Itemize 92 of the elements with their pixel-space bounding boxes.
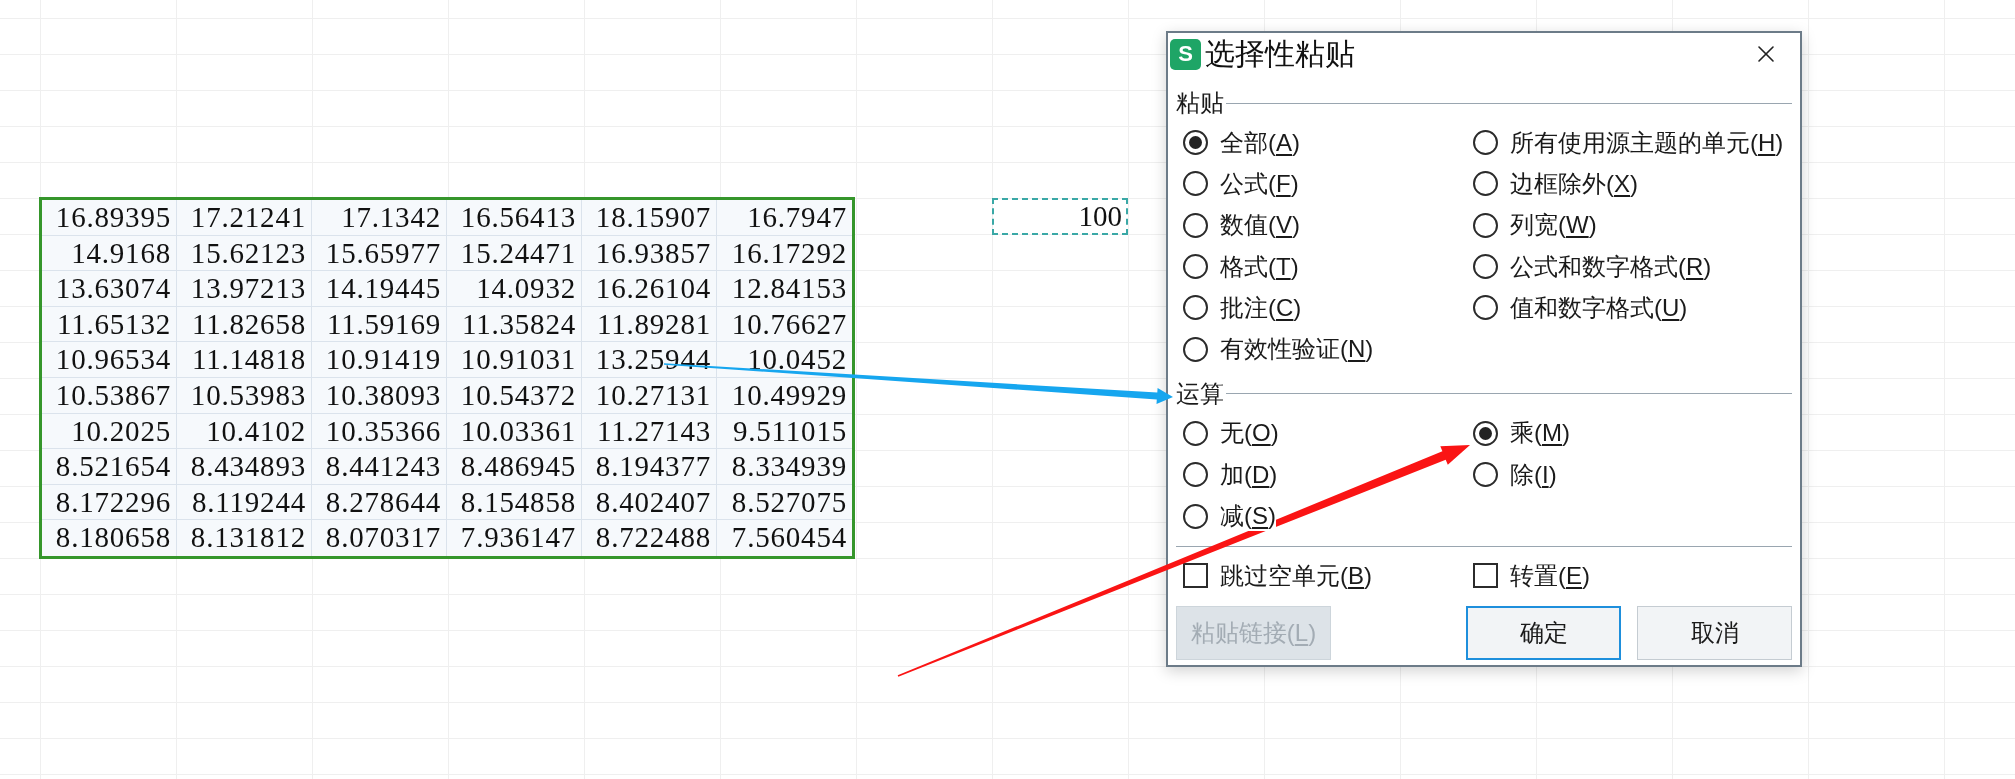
table-cell: 17.1342 bbox=[312, 200, 447, 236]
table-cell: 16.56413 bbox=[447, 200, 582, 236]
table-cell: 16.26104 bbox=[582, 271, 717, 307]
radio-button[interactable] bbox=[1183, 420, 1208, 446]
app-logo-icon: S bbox=[1170, 38, 1201, 70]
table-cell: 15.65977 bbox=[312, 235, 447, 272]
radio-button[interactable] bbox=[1473, 130, 1498, 156]
table-cell: 8.119244 bbox=[177, 484, 312, 521]
radio-label[interactable]: 批注(C) bbox=[1220, 292, 1302, 323]
table-cell: 13.63074 bbox=[42, 271, 177, 307]
table-cell: 8.722488 bbox=[582, 520, 717, 556]
table-cell: 11.82658 bbox=[177, 306, 312, 343]
table-cell: 8.441243 bbox=[312, 449, 447, 485]
table-cell: 17.21241 bbox=[177, 200, 312, 236]
section-title: 运算 bbox=[1176, 378, 1225, 409]
table-cell: 8.434893 bbox=[177, 449, 312, 485]
table-cell: 10.03361 bbox=[447, 413, 582, 450]
table-cell: 11.65132 bbox=[42, 306, 177, 343]
table-cell: 14.19445 bbox=[312, 271, 447, 307]
table-cell: 10.38093 bbox=[312, 377, 447, 414]
table-cell: 10.76627 bbox=[717, 306, 852, 343]
table-cell: 15.62123 bbox=[177, 235, 312, 272]
dialog-button[interactable]: 取消 bbox=[1637, 605, 1792, 660]
radio-button[interactable] bbox=[1473, 212, 1498, 238]
radio-button[interactable] bbox=[1183, 254, 1208, 280]
table-cell: 8.070317 bbox=[312, 520, 447, 556]
radio-button[interactable] bbox=[1473, 295, 1498, 321]
table-cell: 16.17292 bbox=[717, 235, 852, 272]
table-cell: 10.96534 bbox=[42, 342, 177, 378]
table-cell: 10.91031 bbox=[447, 342, 582, 378]
table-cell: 10.54372 bbox=[447, 377, 582, 414]
table-cell: 10.4102 bbox=[177, 413, 312, 450]
checkbox-label[interactable]: 跳过空单元(B) bbox=[1220, 560, 1372, 591]
section-title: 粘贴 bbox=[1176, 88, 1225, 118]
table-cell: 8.521654 bbox=[42, 449, 177, 485]
table-cell: 8.527075 bbox=[717, 484, 852, 521]
table-cell: 12.84153 bbox=[717, 271, 852, 307]
table-cell: 11.89281 bbox=[582, 306, 717, 343]
table-cell: 15.24471 bbox=[447, 235, 582, 272]
copied-cell: 100 bbox=[992, 198, 1128, 235]
radio-label[interactable]: 列宽(W) bbox=[1510, 210, 1597, 241]
table-cell: 14.9168 bbox=[42, 235, 177, 272]
table-cell: 10.2025 bbox=[42, 413, 177, 450]
radio-button[interactable] bbox=[1473, 171, 1498, 197]
radio-button[interactable] bbox=[1183, 171, 1208, 197]
radio-label[interactable]: 公式和数字格式(R) bbox=[1510, 251, 1712, 282]
table-cell: 16.93857 bbox=[582, 235, 717, 272]
table-cell: 11.59169 bbox=[312, 306, 447, 343]
table-cell: 10.53983 bbox=[177, 377, 312, 414]
table-cell: 11.27143 bbox=[582, 413, 717, 450]
radio-button[interactable] bbox=[1473, 420, 1498, 446]
radio-button[interactable] bbox=[1183, 462, 1208, 488]
radio-button[interactable] bbox=[1183, 130, 1208, 156]
radio-label[interactable]: 值和数字格式(U) bbox=[1510, 292, 1688, 323]
table-cell: 16.7947 bbox=[717, 200, 852, 236]
radio-button[interactable] bbox=[1183, 295, 1208, 321]
table-cell: 8.154858 bbox=[447, 484, 582, 521]
table-cell: 10.91419 bbox=[312, 342, 447, 378]
table-cell: 8.334939 bbox=[717, 449, 852, 485]
radio-label[interactable]: 有效性验证(N) bbox=[1220, 334, 1374, 365]
checkbox[interactable] bbox=[1473, 563, 1498, 589]
radio-label[interactable]: 减(S) bbox=[1220, 501, 1276, 531]
dialog-title: 选择性粘贴 bbox=[1205, 36, 1355, 72]
radio-button[interactable] bbox=[1473, 254, 1498, 280]
table-cell: 9.511015 bbox=[717, 413, 852, 450]
table-cell: 11.14818 bbox=[177, 342, 312, 378]
table-cell: 8.131812 bbox=[177, 520, 312, 556]
radio-button[interactable] bbox=[1183, 503, 1208, 529]
radio-button[interactable] bbox=[1473, 462, 1498, 488]
table-cell: 8.194377 bbox=[582, 449, 717, 485]
table-cell: 13.97213 bbox=[177, 271, 312, 307]
table-cell: 16.89395 bbox=[42, 200, 177, 236]
checkbox[interactable] bbox=[1183, 563, 1208, 589]
table-cell: 8.486945 bbox=[447, 449, 582, 485]
radio-button[interactable] bbox=[1183, 212, 1208, 238]
radio-label[interactable]: 所有使用源主题的单元(H) bbox=[1510, 127, 1784, 158]
table-cell: 8.172296 bbox=[42, 484, 177, 521]
table-cell: 10.53867 bbox=[42, 377, 177, 414]
radio-label[interactable]: 全部(A) bbox=[1220, 127, 1300, 158]
table-cell-text: 7.560454 bbox=[730, 520, 848, 556]
radio-button[interactable] bbox=[1183, 336, 1208, 362]
table-cell: 8.180658 bbox=[42, 520, 177, 556]
table-cell: 8.278644 bbox=[312, 484, 447, 521]
table-cell: 8.402407 bbox=[582, 484, 717, 521]
table-cell: 18.15907 bbox=[582, 200, 717, 236]
radio-label[interactable]: 乘(M) bbox=[1510, 418, 1570, 449]
table-cell: 10.27131 bbox=[582, 377, 717, 414]
table-cell: 11.35824 bbox=[447, 306, 582, 343]
table-cell: 14.0932 bbox=[447, 271, 582, 307]
table-cell: 7.936147 bbox=[447, 520, 582, 556]
dialog-button[interactable]: 确定 bbox=[1466, 605, 1621, 660]
table-cell: 10.35366 bbox=[312, 413, 447, 450]
